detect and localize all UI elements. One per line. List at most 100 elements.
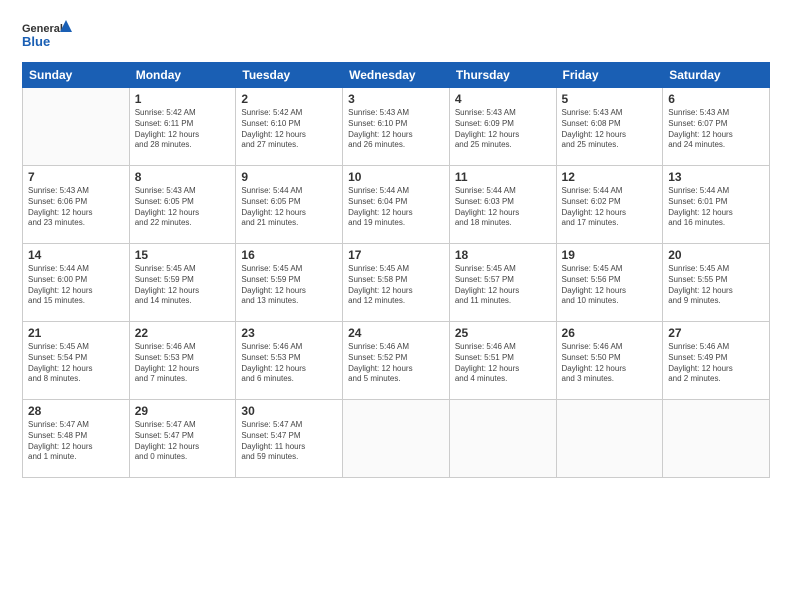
- calendar-cell: 26 Sunrise: 5:46 AM Sunset: 5:50 PM Dayli…: [556, 322, 663, 400]
- general-blue-logo: General Blue: [22, 18, 72, 54]
- day-header-tuesday: Tuesday: [236, 63, 343, 88]
- calendar-cell: 8 Sunrise: 5:43 AM Sunset: 6:05 PM Daylig…: [129, 166, 236, 244]
- cell-info: Sunrise: 5:44 AM Sunset: 6:01 PM Dayligh…: [668, 186, 764, 229]
- calendar-cell: [343, 400, 450, 478]
- day-number: 16: [241, 248, 337, 262]
- day-number: 5: [562, 92, 658, 106]
- calendar-cell: 30 Sunrise: 5:47 AM Sunset: 5:47 PM Dayli…: [236, 400, 343, 478]
- cell-info: Sunrise: 5:43 AM Sunset: 6:05 PM Dayligh…: [135, 186, 231, 229]
- cell-info: Sunrise: 5:46 AM Sunset: 5:53 PM Dayligh…: [135, 342, 231, 385]
- day-number: 13: [668, 170, 764, 184]
- calendar-cell: 18Sunrise: 5:45 AM Sunset: 5:57 PM Dayli…: [449, 244, 556, 322]
- calendar-cell: 12 Sunrise: 5:44 AM Sunset: 6:02 PM Dayli…: [556, 166, 663, 244]
- calendar-cell: 13 Sunrise: 5:44 AM Sunset: 6:01 PM Dayli…: [663, 166, 770, 244]
- calendar-cell: [449, 400, 556, 478]
- cell-info: Sunrise: 5:43 AM Sunset: 6:09 PM Dayligh…: [455, 108, 551, 151]
- calendar-table: SundayMondayTuesdayWednesdayThursdayFrid…: [22, 62, 770, 478]
- calendar-cell: 17Sunrise: 5:45 AM Sunset: 5:58 PM Dayli…: [343, 244, 450, 322]
- cell-info: Sunrise: 5:42 AM Sunset: 6:11 PM Dayligh…: [135, 108, 231, 151]
- cell-info: Sunrise: 5:45 AM Sunset: 5:56 PM Dayligh…: [562, 264, 658, 307]
- calendar-cell: [663, 400, 770, 478]
- logo: General Blue: [22, 18, 72, 54]
- cell-info: Sunrise: 5:46 AM Sunset: 5:50 PM Dayligh…: [562, 342, 658, 385]
- calendar-cell: 7Sunrise: 5:43 AM Sunset: 6:06 PM Daylig…: [23, 166, 130, 244]
- week-row-3: 14 Sunrise: 5:44 AM Sunset: 6:00 PM Dayli…: [23, 244, 770, 322]
- calendar-cell: [23, 88, 130, 166]
- cell-info: Sunrise: 5:44 AM Sunset: 6:00 PM Dayligh…: [28, 264, 124, 307]
- cell-info: Sunrise: 5:43 AM Sunset: 6:07 PM Dayligh…: [668, 108, 764, 151]
- calendar-cell: 3 Sunrise: 5:43 AM Sunset: 6:10 PM Daylig…: [343, 88, 450, 166]
- day-number: 24: [348, 326, 444, 340]
- calendar-cell: 24 Sunrise: 5:46 AM Sunset: 5:52 PM Dayli…: [343, 322, 450, 400]
- day-number: 2: [241, 92, 337, 106]
- calendar-cell: 25 Sunrise: 5:46 AM Sunset: 5:51 PM Dayli…: [449, 322, 556, 400]
- header-row: SundayMondayTuesdayWednesdayThursdayFrid…: [23, 63, 770, 88]
- week-row-2: 7Sunrise: 5:43 AM Sunset: 6:06 PM Daylig…: [23, 166, 770, 244]
- day-number: 1: [135, 92, 231, 106]
- cell-info: Sunrise: 5:44 AM Sunset: 6:02 PM Dayligh…: [562, 186, 658, 229]
- calendar-cell: 19 Sunrise: 5:45 AM Sunset: 5:56 PM Dayli…: [556, 244, 663, 322]
- calendar-cell: 9Sunrise: 5:44 AM Sunset: 6:05 PM Daylig…: [236, 166, 343, 244]
- calendar-cell: 11Sunrise: 5:44 AM Sunset: 6:03 PM Dayli…: [449, 166, 556, 244]
- cell-info: Sunrise: 5:47 AM Sunset: 5:47 PM Dayligh…: [135, 420, 231, 463]
- calendar-cell: 5 Sunrise: 5:43 AM Sunset: 6:08 PM Daylig…: [556, 88, 663, 166]
- header: General Blue: [22, 18, 770, 54]
- cell-info: Sunrise: 5:46 AM Sunset: 5:49 PM Dayligh…: [668, 342, 764, 385]
- calendar-cell: 2 Sunrise: 5:42 AM Sunset: 6:10 PM Daylig…: [236, 88, 343, 166]
- day-number: 17: [348, 248, 444, 262]
- cell-info: Sunrise: 5:45 AM Sunset: 5:59 PM Dayligh…: [135, 264, 231, 307]
- day-number: 29: [135, 404, 231, 418]
- cell-info: Sunrise: 5:46 AM Sunset: 5:51 PM Dayligh…: [455, 342, 551, 385]
- calendar-cell: [556, 400, 663, 478]
- day-number: 4: [455, 92, 551, 106]
- calendar-cell: 1 Sunrise: 5:42 AM Sunset: 6:11 PM Daylig…: [129, 88, 236, 166]
- day-header-friday: Friday: [556, 63, 663, 88]
- day-number: 7: [28, 170, 124, 184]
- cell-info: Sunrise: 5:46 AM Sunset: 5:52 PM Dayligh…: [348, 342, 444, 385]
- day-number: 26: [562, 326, 658, 340]
- day-number: 6: [668, 92, 764, 106]
- day-number: 22: [135, 326, 231, 340]
- day-number: 12: [562, 170, 658, 184]
- calendar-cell: 27 Sunrise: 5:46 AM Sunset: 5:49 PM Dayli…: [663, 322, 770, 400]
- day-header-saturday: Saturday: [663, 63, 770, 88]
- day-number: 19: [562, 248, 658, 262]
- day-number: 3: [348, 92, 444, 106]
- day-number: 30: [241, 404, 337, 418]
- calendar-cell: 16 Sunrise: 5:45 AM Sunset: 5:59 PM Dayli…: [236, 244, 343, 322]
- day-number: 15: [135, 248, 231, 262]
- cell-info: Sunrise: 5:43 AM Sunset: 6:10 PM Dayligh…: [348, 108, 444, 151]
- cell-info: Sunrise: 5:45 AM Sunset: 5:55 PM Dayligh…: [668, 264, 764, 307]
- day-number: 23: [241, 326, 337, 340]
- calendar-cell: 21 Sunrise: 5:45 AM Sunset: 5:54 PM Dayli…: [23, 322, 130, 400]
- day-number: 14: [28, 248, 124, 262]
- calendar-cell: 22 Sunrise: 5:46 AM Sunset: 5:53 PM Dayli…: [129, 322, 236, 400]
- cell-info: Sunrise: 5:45 AM Sunset: 5:54 PM Dayligh…: [28, 342, 124, 385]
- day-number: 11: [455, 170, 551, 184]
- week-row-5: 28Sunrise: 5:47 AM Sunset: 5:48 PM Dayli…: [23, 400, 770, 478]
- cell-info: Sunrise: 5:43 AM Sunset: 6:08 PM Dayligh…: [562, 108, 658, 151]
- calendar-cell: 14 Sunrise: 5:44 AM Sunset: 6:00 PM Dayli…: [23, 244, 130, 322]
- cell-info: Sunrise: 5:46 AM Sunset: 5:53 PM Dayligh…: [241, 342, 337, 385]
- week-row-4: 21 Sunrise: 5:45 AM Sunset: 5:54 PM Dayli…: [23, 322, 770, 400]
- day-header-sunday: Sunday: [23, 63, 130, 88]
- day-number: 27: [668, 326, 764, 340]
- cell-info: Sunrise: 5:42 AM Sunset: 6:10 PM Dayligh…: [241, 108, 337, 151]
- calendar-cell: 10Sunrise: 5:44 AM Sunset: 6:04 PM Dayli…: [343, 166, 450, 244]
- day-number: 20: [668, 248, 764, 262]
- calendar-cell: 6 Sunrise: 5:43 AM Sunset: 6:07 PM Daylig…: [663, 88, 770, 166]
- calendar-cell: 15 Sunrise: 5:45 AM Sunset: 5:59 PM Dayli…: [129, 244, 236, 322]
- calendar-cell: 29 Sunrise: 5:47 AM Sunset: 5:47 PM Dayli…: [129, 400, 236, 478]
- day-number: 10: [348, 170, 444, 184]
- cell-info: Sunrise: 5:47 AM Sunset: 5:47 PM Dayligh…: [241, 420, 337, 463]
- day-header-monday: Monday: [129, 63, 236, 88]
- day-number: 9: [241, 170, 337, 184]
- calendar-cell: 28Sunrise: 5:47 AM Sunset: 5:48 PM Dayli…: [23, 400, 130, 478]
- page: General Blue SundayMondayTuesdayWednesda…: [0, 0, 792, 612]
- cell-info: Sunrise: 5:45 AM Sunset: 5:59 PM Dayligh…: [241, 264, 337, 307]
- day-number: 8: [135, 170, 231, 184]
- calendar-cell: 4 Sunrise: 5:43 AM Sunset: 6:09 PM Daylig…: [449, 88, 556, 166]
- day-number: 21: [28, 326, 124, 340]
- day-number: 25: [455, 326, 551, 340]
- day-header-thursday: Thursday: [449, 63, 556, 88]
